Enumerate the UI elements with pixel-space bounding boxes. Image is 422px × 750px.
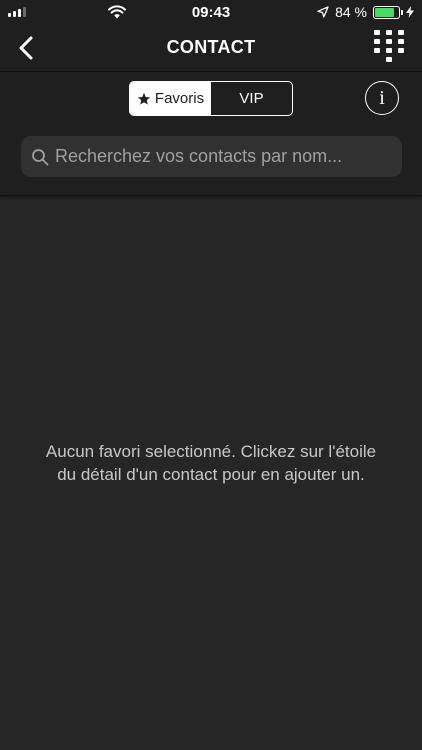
contacts-screen: 09:43 84 % CONTACT Favoris VIP i Recherc…: [0, 0, 422, 750]
empty-state-message: Aucun favori selectionné. Clickez sur l'…: [45, 442, 377, 484]
tab-favoris[interactable]: Favoris: [130, 82, 211, 115]
location-arrow-icon: [317, 6, 329, 18]
search-bar[interactable]: [21, 136, 402, 177]
favorites-vip-segmented-control: Favoris VIP: [129, 81, 293, 116]
star-icon: [137, 92, 151, 105]
charging-bolt-icon: [406, 6, 414, 18]
status-bar: 09:43 84 %: [0, 0, 422, 24]
search-icon: [32, 148, 49, 165]
tab-vip[interactable]: VIP: [211, 82, 292, 115]
tab-favoris-label: Favoris: [154, 90, 205, 107]
info-icon: i: [379, 86, 385, 109]
search-input[interactable]: [49, 136, 402, 177]
tab-vip-label: VIP: [239, 90, 264, 107]
battery-fill: [375, 7, 395, 17]
dialpad-icon[interactable]: [372, 29, 406, 67]
battery-icon: [373, 5, 403, 19]
status-right: 84 %: [317, 4, 414, 20]
navigation-bar: CONTACT: [0, 24, 422, 72]
battery-percent: 84 %: [335, 4, 367, 20]
toolbar: Favoris VIP i: [0, 72, 422, 196]
info-button[interactable]: i: [365, 81, 399, 115]
page-title: CONTACT: [166, 37, 256, 57]
